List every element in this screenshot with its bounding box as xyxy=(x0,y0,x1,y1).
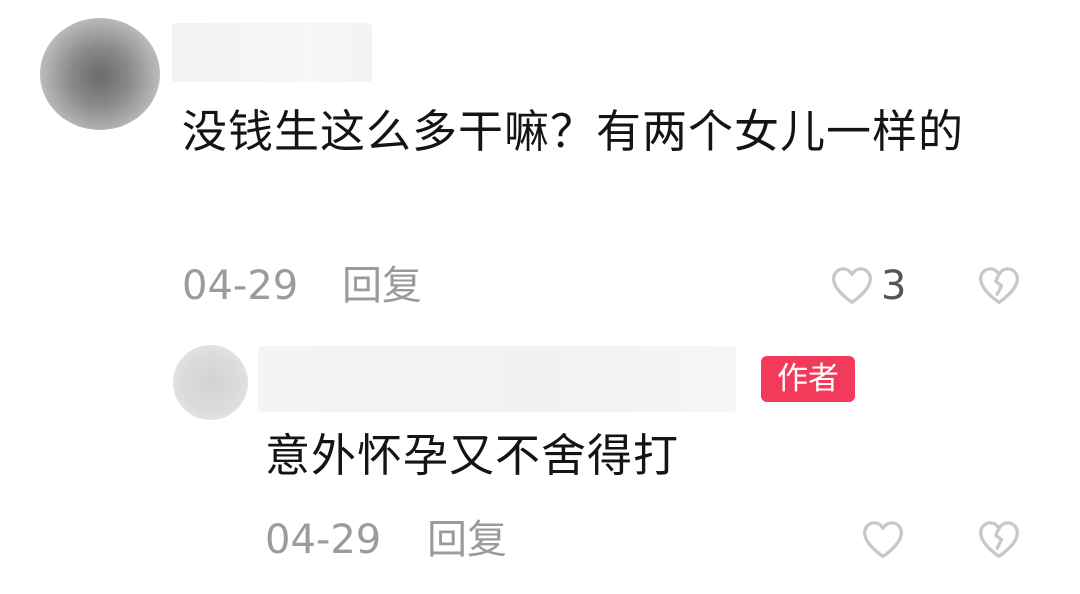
heart-outline-icon[interactable] xyxy=(861,518,905,560)
author-avatar[interactable] xyxy=(173,345,248,420)
author-badge: 作者 xyxy=(761,356,855,402)
like-count: 3 xyxy=(881,263,907,309)
broken-heart-icon[interactable] xyxy=(977,518,1021,560)
comment-text: 没钱生这么多干嘛？有两个女儿一样的 xyxy=(182,105,965,158)
comment-date: 04-29 xyxy=(182,263,299,309)
author-name-blurred[interactable] xyxy=(258,346,736,412)
commenter-name-blurred[interactable] xyxy=(172,23,372,82)
reply-button[interactable]: 回复 xyxy=(342,262,422,310)
heart-outline-icon[interactable] xyxy=(830,264,874,306)
reply-comment-reply-button[interactable]: 回复 xyxy=(427,516,507,564)
broken-heart-icon[interactable] xyxy=(977,264,1021,306)
reply-comment-date: 04-29 xyxy=(265,517,382,563)
reply-comment-text: 意外怀孕又不舍得打 xyxy=(265,429,680,482)
commenter-avatar[interactable] xyxy=(40,18,160,130)
